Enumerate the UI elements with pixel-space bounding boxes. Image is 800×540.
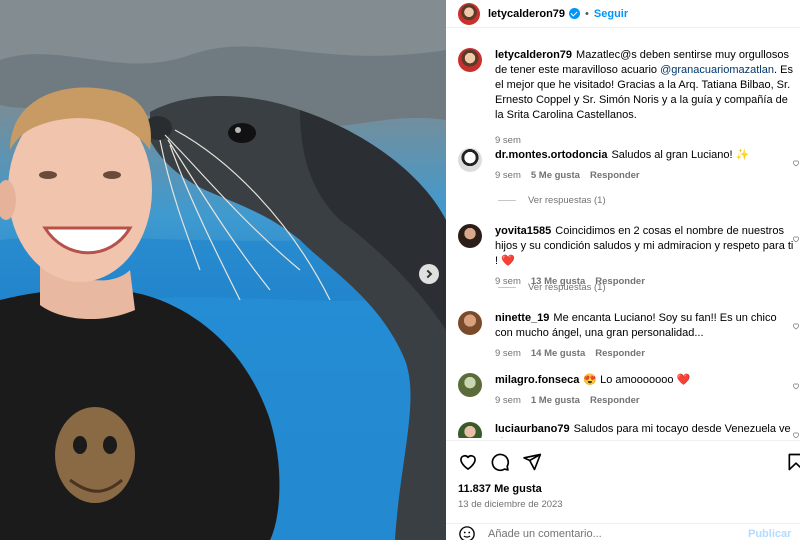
avatar[interactable] bbox=[458, 311, 482, 335]
follow-button[interactable]: Seguir bbox=[594, 8, 628, 20]
heart-icon[interactable] bbox=[458, 452, 478, 472]
comment-time: 9 sem bbox=[495, 170, 521, 181]
view-replies-button[interactable]: Ver respuestas (1) bbox=[498, 282, 606, 293]
comments-list[interactable]: letycalderon79 Mazatlec@s deben sentirse … bbox=[446, 40, 800, 438]
comment: luciaurbano79 Saludos para mi tocayo desd… bbox=[458, 422, 800, 438]
post-header: letycalderon79 • Seguir bbox=[446, 0, 800, 28]
emoji-icon[interactable] bbox=[458, 525, 476, 540]
comment-text: 😍 Lo amooooooo ❤️ bbox=[583, 374, 691, 386]
comment: dr.montes.ortodoncia Saludos al gran Luci… bbox=[458, 148, 800, 183]
verified-badge-icon bbox=[569, 8, 581, 19]
comment-username[interactable]: dr.montes.ortodoncia bbox=[495, 149, 607, 161]
avatar[interactable] bbox=[458, 422, 482, 438]
share-icon[interactable] bbox=[522, 452, 542, 472]
avatar[interactable] bbox=[458, 148, 482, 172]
comment-username[interactable]: luciaurbano79 bbox=[495, 423, 570, 435]
post-photo bbox=[0, 0, 446, 540]
next-photo-button[interactable] bbox=[419, 264, 439, 284]
reply-button[interactable]: Responder bbox=[595, 346, 645, 361]
comment-text: Saludos al gran Luciano! ✨ bbox=[611, 149, 750, 161]
publish-button[interactable]: Publicar bbox=[748, 528, 791, 540]
add-comment-row: Publicar bbox=[446, 523, 800, 540]
post-panel: letycalderon79 • Seguir letycalderon79 Ma… bbox=[446, 0, 800, 540]
like-comment-heart-icon[interactable] bbox=[792, 234, 800, 243]
comment-time: 9 sem bbox=[495, 348, 521, 359]
avatar[interactable] bbox=[458, 48, 482, 72]
comment-time: 9 sem bbox=[495, 395, 521, 406]
like-comment-heart-icon[interactable] bbox=[792, 158, 800, 167]
like-comment-heart-icon[interactable] bbox=[792, 430, 800, 438]
post-date: 13 de diciembre de 2023 bbox=[458, 499, 563, 510]
comment: yovita1585 Coincidimos en 2 cosas el nomb… bbox=[458, 224, 800, 289]
view-replies-button[interactable]: Ver respuestas (1) bbox=[498, 195, 606, 206]
bookmark-icon[interactable] bbox=[786, 452, 800, 472]
like-comment-heart-icon[interactable] bbox=[792, 321, 800, 330]
reply-button[interactable]: Responder bbox=[590, 168, 640, 183]
comment: ninette_19 Me encanta Luciano! Soy su fan… bbox=[458, 311, 800, 361]
reply-button[interactable]: Responder bbox=[590, 393, 640, 408]
mention-link[interactable]: @granacuariomazatlan bbox=[660, 64, 774, 76]
action-bar: 11.837 Me gusta 13 de diciembre de 2023 … bbox=[446, 440, 800, 540]
likes-count[interactable]: 11.837 Me gusta bbox=[458, 483, 542, 495]
comment-username[interactable]: yovita1585 bbox=[495, 225, 551, 237]
like-comment-heart-icon[interactable] bbox=[792, 381, 800, 390]
caption: letycalderon79 Mazatlec@s deben sentirse … bbox=[458, 48, 798, 148]
photo-illustration bbox=[0, 0, 446, 540]
caption-username[interactable]: letycalderon79 bbox=[495, 49, 572, 61]
chevron-right-icon bbox=[423, 269, 433, 279]
avatar[interactable] bbox=[458, 2, 480, 25]
caption-time: 9 sem bbox=[495, 135, 521, 146]
comment-likes[interactable]: 1 Me gusta bbox=[531, 393, 580, 408]
comment: milagro.fonseca 😍 Lo amooooooo ❤️ 9 sem 1 … bbox=[458, 373, 800, 408]
comment-likes[interactable]: 14 Me gusta bbox=[531, 346, 585, 361]
add-comment-input[interactable] bbox=[488, 527, 738, 540]
comment-username[interactable]: milagro.fonseca bbox=[495, 374, 579, 386]
avatar[interactable] bbox=[458, 224, 482, 248]
avatar[interactable] bbox=[458, 373, 482, 397]
comment-username[interactable]: ninette_19 bbox=[495, 312, 549, 324]
comment-likes[interactable]: 5 Me gusta bbox=[531, 168, 580, 183]
comment-icon[interactable] bbox=[490, 452, 510, 472]
separator-dot: • bbox=[585, 7, 589, 20]
header-username[interactable]: letycalderon79 bbox=[488, 8, 565, 20]
